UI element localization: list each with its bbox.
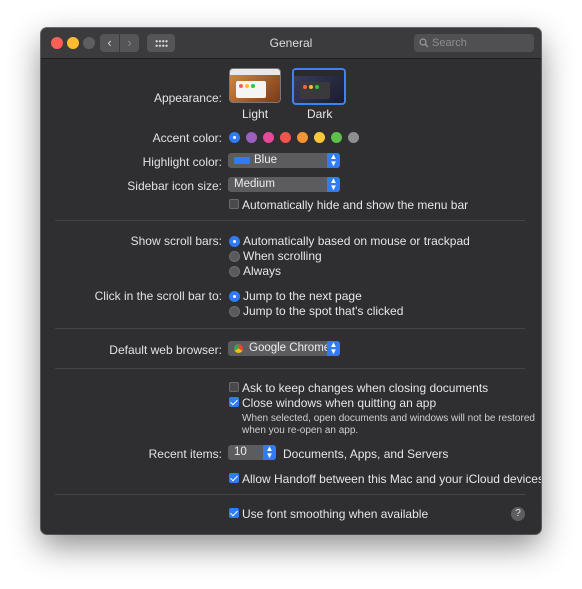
thumb-dot (239, 84, 243, 88)
highlight-color-popup[interactable]: Blue ▲ ▼ (228, 153, 340, 168)
jump-next-page-radio[interactable] (229, 291, 240, 302)
search-icon (419, 38, 429, 48)
appearance-light-option[interactable] (229, 68, 281, 103)
thumb-dot (251, 84, 255, 88)
font-smoothing-checkbox[interactable] (229, 508, 239, 518)
thumb-menubar (230, 69, 280, 75)
search-field[interactable]: Search (414, 34, 534, 52)
jump-to-spot-radio[interactable] (229, 306, 240, 317)
close-windows-note-line1: When selected, open documents and window… (242, 413, 535, 424)
appearance-label: Appearance: (153, 91, 222, 105)
search-placeholder: Search (432, 37, 467, 49)
accent-color-swatch[interactable] (314, 132, 325, 143)
divider (55, 220, 525, 221)
close-windows-note-line2: when you re-open an app. (242, 425, 359, 436)
scrollbars-always-label: Always (243, 264, 282, 278)
title-bar: ‹ › General Search (41, 28, 541, 59)
thumb-dot (303, 85, 307, 89)
recent-items-popup[interactable]: 10 ▲ ▼ (228, 445, 276, 460)
autohide-menubar-checkbox[interactable] (229, 199, 239, 209)
thumb-dot (309, 85, 313, 89)
updown-arrows-icon: ▲ ▼ (263, 445, 276, 460)
appearance-dark-option[interactable] (292, 68, 346, 105)
updown-arrows-icon: ▲ ▼ (327, 153, 340, 168)
thumb-menubar (294, 70, 344, 76)
scrollbars-scrolling-label: When scrolling (243, 249, 322, 263)
thumb-dot (245, 84, 249, 88)
default-browser-label: Default web browser: (109, 343, 222, 357)
recent-items-label: Recent items: (148, 447, 222, 461)
system-preferences-window: ‹ › General Search Appearance: Light Dar… (41, 28, 541, 534)
divider (55, 328, 525, 329)
scrollbars-scrolling-radio[interactable] (229, 251, 240, 262)
accent-color-swatch[interactable] (297, 132, 308, 143)
sidebar-icon-size-value: Medium (234, 178, 275, 190)
scrollbars-auto-label: Automatically based on mouse or trackpad (243, 234, 470, 248)
question-mark-icon: ? (515, 508, 521, 519)
highlight-swatch (234, 157, 250, 164)
handoff-checkbox[interactable] (229, 473, 239, 483)
ask-keep-changes-label: Ask to keep changes when closing documen… (242, 381, 489, 395)
appearance-dark-label: Dark (307, 107, 333, 121)
divider (55, 368, 525, 369)
font-smoothing-label: Use font smoothing when available (242, 507, 429, 521)
accent-color-swatch[interactable] (280, 132, 291, 143)
sidebar-icon-size-label: Sidebar icon size: (127, 179, 222, 193)
jump-to-spot-label: Jump to the spot that's clicked (243, 304, 404, 318)
recent-items-value: 10 (234, 446, 247, 458)
handoff-label: Allow Handoff between this Mac and your … (242, 472, 541, 486)
ask-keep-changes-checkbox[interactable] (229, 382, 239, 392)
show-scroll-bars-label: Show scroll bars: (130, 234, 222, 248)
close-windows-checkbox[interactable] (229, 397, 239, 407)
close-windows-label: Close windows when quitting an app (242, 396, 437, 410)
chrome-icon (234, 344, 243, 353)
autohide-menubar-label: Automatically hide and show the menu bar (242, 198, 469, 212)
thumb-window (300, 82, 330, 99)
scrollbars-always-radio[interactable] (229, 266, 240, 277)
accent-color-swatch[interactable] (348, 132, 359, 143)
appearance-light-label: Light (242, 107, 269, 121)
divider (55, 494, 525, 495)
updown-arrows-icon: ▲ ▼ (327, 177, 340, 192)
accent-color-swatch[interactable] (246, 132, 257, 143)
accent-color-swatch[interactable] (331, 132, 342, 143)
sidebar-icon-size-popup[interactable]: Medium ▲ ▼ (228, 177, 340, 192)
accent-color-label: Accent color: (152, 131, 222, 145)
thumb-dot (315, 85, 319, 89)
highlight-color-value: Blue (254, 154, 278, 166)
default-browser-value: Google Chrome (249, 342, 331, 354)
highlight-color-label: Highlight color: (142, 155, 222, 169)
default-browser-popup[interactable]: Google Chrome ▲ ▼ (228, 341, 340, 356)
jump-next-page-label: Jump to the next page (243, 289, 362, 303)
recent-items-suffix: Documents, Apps, and Servers (283, 447, 449, 461)
scrollbars-auto-radio[interactable] (229, 236, 240, 247)
click-scroll-bar-label: Click in the scroll bar to: (94, 289, 222, 303)
accent-color-swatch[interactable] (229, 132, 240, 143)
updown-arrows-icon: ▲ ▼ (327, 341, 340, 356)
thumb-window (236, 81, 266, 98)
accent-color-swatch[interactable] (263, 132, 274, 143)
help-button[interactable]: ? (511, 507, 525, 521)
